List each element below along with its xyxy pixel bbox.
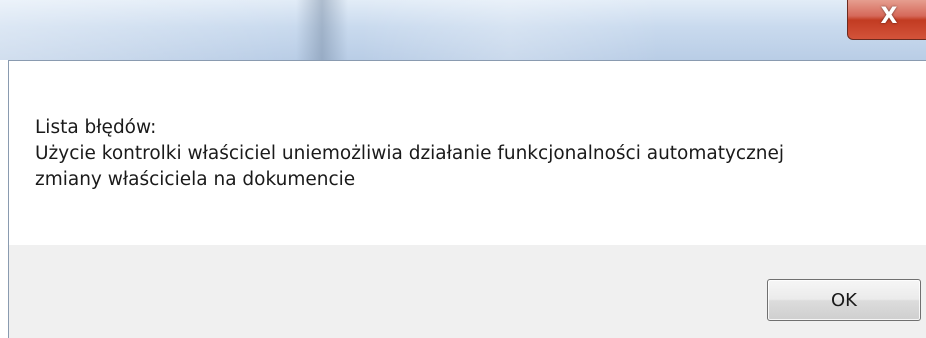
- close-button[interactable]: X: [847, 0, 926, 40]
- close-icon: X: [880, 4, 898, 29]
- error-message: Lista błędów: Użycie kontrolki właścicie…: [35, 115, 905, 193]
- title-bar[interactable]: X: [0, 0, 926, 60]
- title-bar-glass-highlight: [360, 0, 660, 60]
- title-bar-glass: [0, 0, 300, 60]
- title-bar-glass-streak: [296, 0, 348, 60]
- button-bar: OK: [9, 245, 926, 338]
- ok-button[interactable]: OK: [767, 279, 921, 321]
- dialog-body: Lista błędów: Użycie kontrolki właścicie…: [8, 60, 926, 338]
- message-area: Lista błędów: Użycie kontrolki właścicie…: [9, 61, 926, 245]
- error-list-heading: Lista błędów:: [35, 117, 157, 138]
- error-dialog: X Lista błędów: Użycie kontrolki właścic…: [0, 0, 926, 338]
- error-message-line-2: zmiany właściciela na dokumencie: [35, 169, 356, 190]
- error-message-line-1: Użycie kontrolki właściciel uniemożliwia…: [35, 143, 785, 164]
